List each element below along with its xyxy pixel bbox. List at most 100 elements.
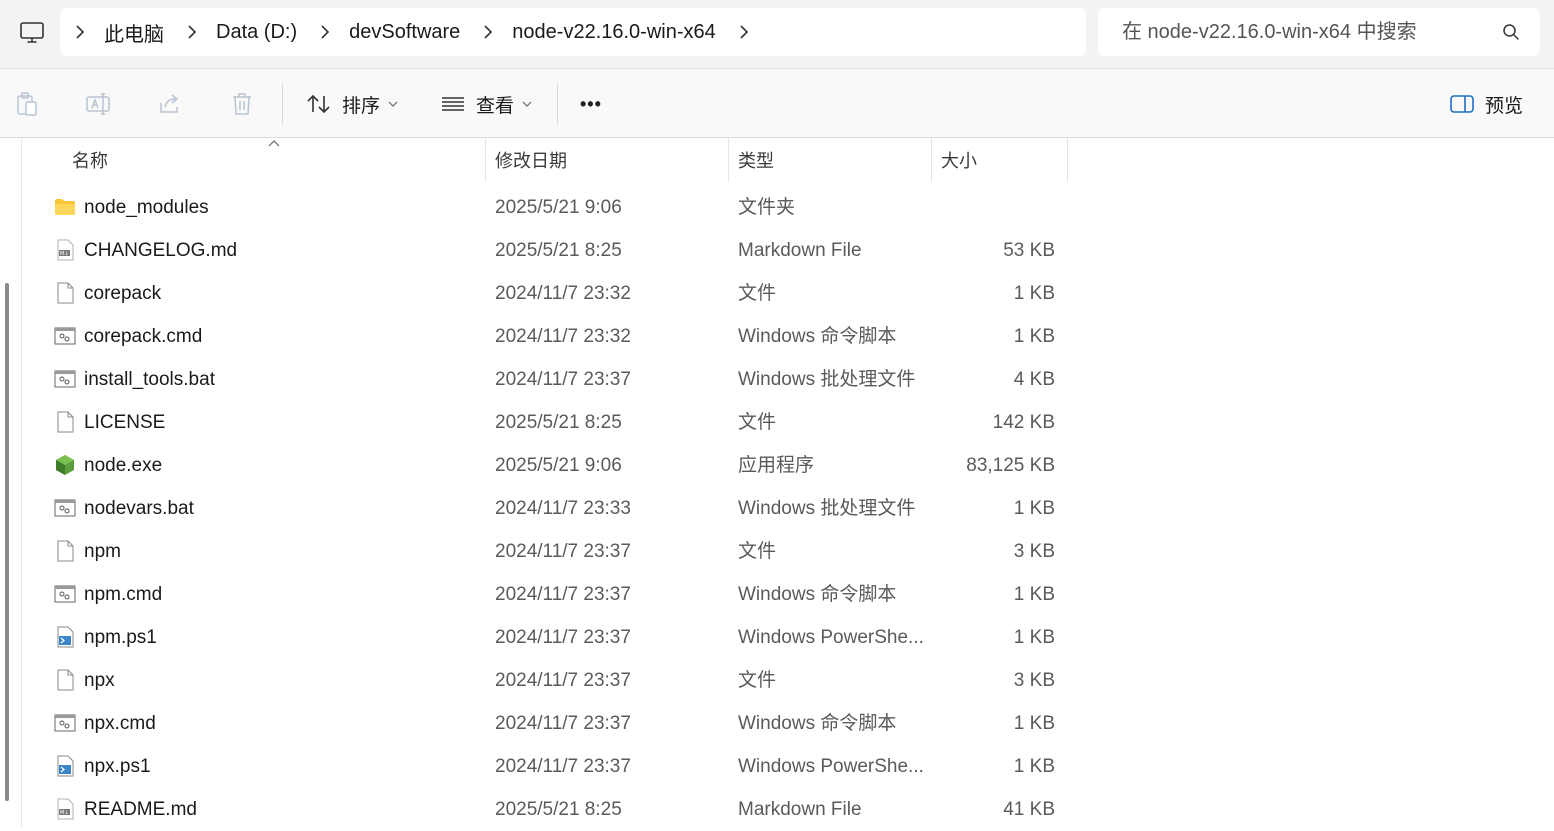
column-divider[interactable] (931, 138, 932, 182)
search-icon[interactable] (1502, 23, 1520, 41)
rename-icon[interactable] (85, 91, 111, 117)
file-type: Windows 批处理文件 (738, 369, 916, 390)
script-file-icon (54, 714, 76, 732)
node-exe-icon (56, 455, 74, 475)
more-options-button[interactable]: ••• (580, 87, 602, 121)
column-header-name[interactable]: 名称 (72, 138, 108, 182)
toolbar-divider (282, 83, 283, 125)
more-icon: ••• (580, 93, 602, 114)
file-type: Windows 批处理文件 (738, 498, 916, 519)
breadcrumb-item-this-pc[interactable]: 此电脑 (104, 18, 164, 47)
breadcrumb-item-drive-d[interactable]: Data (D:) (216, 21, 297, 44)
file-row[interactable]: npm.ps1 2024/11/7 23:37 Windows PowerShe… (22, 616, 1068, 659)
chevron-right-icon[interactable] (736, 24, 752, 40)
file-name: npm (84, 541, 121, 562)
file-date: 2025/5/21 8:25 (495, 799, 622, 820)
chevron-right-icon[interactable] (480, 24, 496, 40)
column-divider[interactable] (485, 138, 486, 182)
view-button[interactable]: 查看 (440, 87, 532, 121)
breadcrumb-item-node-folder[interactable]: node-v22.16.0-win-x64 (512, 21, 715, 44)
file-size: 142 KB (992, 412, 1055, 433)
file-name: README.md (84, 799, 197, 820)
chevron-right-icon[interactable] (184, 24, 200, 40)
paste-icon[interactable] (14, 91, 40, 117)
file-icon (57, 282, 74, 304)
file-name: node.exe (84, 455, 163, 476)
this-pc-button[interactable] (18, 19, 46, 47)
delete-icon[interactable] (229, 91, 255, 117)
view-label: 查看 (476, 95, 515, 117)
file-row[interactable]: npm.cmd 2024/11/7 23:37 Windows 命令脚本 1 K… (22, 573, 1068, 616)
chevron-down-icon (522, 101, 532, 107)
file-type: Windows 命令脚本 (738, 326, 897, 347)
file-type: 文件 (738, 541, 777, 562)
file-row[interactable]: npx.ps1 2024/11/7 23:37 Windows PowerShe… (22, 745, 1068, 788)
file-row[interactable]: M↓ README.md 2025/5/21 8:25 Markdown Fil… (22, 788, 1068, 831)
sort-icon (307, 94, 330, 114)
file-icon (57, 669, 74, 691)
file-date: 2024/11/7 23:33 (495, 498, 631, 519)
file-date: 2024/11/7 23:37 (495, 670, 631, 691)
file-row[interactable]: corepack.cmd 2024/11/7 23:32 Windows 命令脚… (22, 315, 1068, 358)
column-header-date[interactable]: 修改日期 (495, 138, 567, 182)
column-header-type[interactable]: 类型 (738, 138, 774, 182)
file-row[interactable]: LICENSE 2025/5/21 8:25 文件 142 KB (22, 401, 1068, 444)
file-size: 1 KB (1013, 584, 1055, 605)
file-name: npm.ps1 (84, 627, 157, 648)
vertical-scrollbar[interactable] (5, 283, 9, 801)
file-row[interactable]: corepack 2024/11/7 23:32 文件 1 KB (22, 272, 1068, 315)
file-row[interactable]: node.exe 2025/5/21 9:06 应用程序 83,125 KB (22, 444, 1068, 487)
powershell-file-icon (57, 755, 74, 777)
file-row[interactable]: install_tools.bat 2024/11/7 23:37 Window… (22, 358, 1068, 401)
view-list-icon (442, 97, 464, 111)
script-file-icon (54, 370, 76, 388)
powershell-file-icon (57, 626, 74, 648)
file-date: 2024/11/7 23:37 (495, 369, 631, 390)
share-icon[interactable] (157, 91, 183, 117)
script-file-icon (54, 585, 76, 603)
file-size: 41 KB (1003, 799, 1055, 820)
file-date: 2025/5/21 8:25 (495, 240, 622, 261)
column-divider[interactable] (1067, 138, 1068, 182)
search-input[interactable] (1120, 19, 1494, 45)
svg-text:M↓: M↓ (60, 810, 69, 816)
file-row[interactable]: npx 2024/11/7 23:37 文件 3 KB (22, 659, 1068, 702)
search-box[interactable] (1098, 8, 1540, 56)
file-row[interactable]: M↓ CHANGELOG.md 2025/5/21 8:25 Markdown … (22, 229, 1068, 272)
chevron-right-icon[interactable] (72, 24, 88, 40)
breadcrumb-item-devsoftware[interactable]: devSoftware (349, 21, 460, 44)
file-date: 2024/11/7 23:32 (495, 326, 631, 347)
file-name: nodevars.bat (84, 498, 194, 519)
column-divider[interactable] (728, 138, 729, 182)
file-row[interactable]: nodevars.bat 2024/11/7 23:33 Windows 批处理… (22, 487, 1068, 530)
file-row[interactable]: npx.cmd 2024/11/7 23:37 Windows 命令脚本 1 K… (22, 702, 1068, 745)
file-row[interactable]: node_modules 2025/5/21 9:06 文件夹 (22, 186, 1068, 229)
toolbar-divider (557, 83, 558, 125)
file-name: LICENSE (84, 412, 166, 433)
file-date: 2025/5/21 8:25 (495, 412, 622, 433)
file-name: CHANGELOG.md (84, 240, 238, 261)
file-name: install_tools.bat (84, 369, 215, 390)
column-header-size[interactable]: 大小 (941, 138, 977, 182)
preview-pane-icon (1450, 95, 1474, 113)
chevron-down-icon (388, 101, 398, 107)
file-name: corepack.cmd (84, 326, 203, 347)
file-type: 文件 (738, 412, 777, 433)
file-size: 3 KB (1013, 670, 1055, 691)
file-date: 2024/11/7 23:37 (495, 584, 631, 605)
sort-button[interactable]: 排序 (306, 87, 398, 121)
breadcrumb[interactable]: 此电脑 Data (D:) devSoftware node-v22.16.0-… (60, 8, 1086, 56)
file-size: 53 KB (1003, 240, 1055, 261)
preview-pane-button[interactable]: 预览 (1449, 87, 1523, 121)
script-file-icon (54, 327, 76, 345)
svg-text:M↓: M↓ (60, 251, 69, 257)
file-date: 2024/11/7 23:37 (495, 756, 631, 777)
sort-ascending-icon (268, 140, 280, 147)
chevron-right-icon[interactable] (317, 24, 333, 40)
file-type: 文件 (738, 670, 777, 691)
folder-icon (55, 199, 75, 215)
script-file-icon (54, 499, 76, 517)
file-row[interactable]: npm 2024/11/7 23:37 文件 3 KB (22, 530, 1068, 573)
file-type: Windows PowerShe... (738, 756, 924, 777)
file-name: npm.cmd (84, 584, 163, 605)
